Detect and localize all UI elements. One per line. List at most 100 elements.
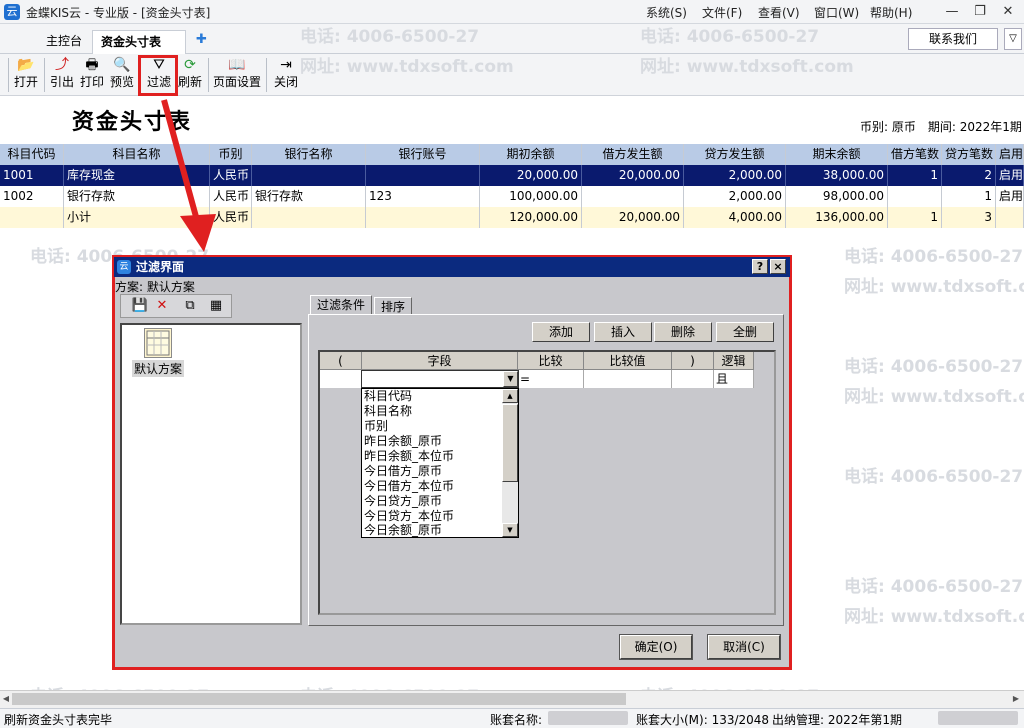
table-cell: 20,000.00 [582,165,684,186]
table-cell: 启用 [996,165,1024,186]
delete-all-button[interactable]: 全删 [716,322,774,342]
horizontal-scroll-thumb[interactable] [12,693,626,705]
dialog-title: 过滤界面 [114,257,790,277]
minimize-icon[interactable]: — [938,2,966,22]
cond-col-logic: 逻辑 [714,352,754,370]
menu-file[interactable]: 文件(F) [702,4,742,21]
dialog-close-icon[interactable]: × [770,259,786,274]
page-setup-button[interactable]: 📖 页面设置 [212,56,262,94]
field-option[interactable]: 昨日余额_本位币 [364,449,454,464]
field-option[interactable]: 昨日余额_原币 [364,434,442,449]
help-icon[interactable]: ? [752,259,768,274]
menu-system[interactable]: 系统(S) [646,4,687,21]
table-cell: 银行存款 [252,186,366,207]
cond-logic-cell[interactable]: 且 [714,370,754,388]
column-header[interactable]: 贷方笔数 [942,144,996,165]
scheme-table-icon[interactable] [144,328,172,358]
watermark-site: 网址: www.tdxsoft.com [844,387,1024,407]
grid-scheme-icon[interactable]: ▦ [206,297,226,315]
scroll-right-icon[interactable]: ▶ [1010,692,1022,706]
tab-sort[interactable]: 排序 [374,297,413,315]
add-button[interactable]: 添加 [532,322,590,342]
open-button[interactable]: 📂 打开 [12,56,40,94]
cancel-button[interactable]: 取消(C) [707,634,781,660]
tab-home[interactable]: 主控台 [38,30,90,54]
field-option[interactable]: 科目代码 [364,389,412,404]
scheme-item-default[interactable]: 默认方案 [132,360,185,377]
field-option[interactable]: 今日贷方_本位币 [364,509,454,524]
scroll-left-icon[interactable]: ◀ [0,692,12,706]
refresh-button[interactable]: ⟳ 刷新 [176,56,204,94]
save-scheme-icon[interactable]: 💾 [130,297,150,315]
table-cell: 1001 [0,165,64,186]
watermark-phone: 电话: 4006-6500-27 [844,467,1024,487]
dropdown-arrow-icon[interactable]: ▼ [503,371,518,387]
field-select[interactable] [361,370,519,388]
column-header[interactable]: 贷方发生额 [684,144,786,165]
column-header[interactable]: 银行名称 [252,144,366,165]
delete-scheme-icon[interactable]: ✕ [152,297,172,315]
cond-value-cell[interactable] [584,370,672,388]
menu-view[interactable]: 查看(V) [758,4,800,21]
menu-window[interactable]: 窗口(W) [814,4,859,21]
open-icon: 📂 [17,57,35,73]
maximize-icon[interactable]: ❐ [966,2,994,22]
copy-scheme-icon[interactable]: ⧉ [180,297,200,315]
field-option[interactable]: 币别 [364,419,388,434]
column-header[interactable]: 借方发生额 [582,144,684,165]
cond-close-paren-cell[interactable] [672,370,714,388]
table-cell: 1 [888,165,942,186]
watermark-phone: 电话: 4006-6500-27 [844,357,1024,377]
currency-period-info: 币别: 原币 期间: 2022年1期 [860,120,1022,134]
tab-filter-conditions[interactable]: 过滤条件 [310,295,373,315]
column-header[interactable]: 科目代码 [0,144,64,165]
column-header[interactable]: 借方笔数 [888,144,942,165]
column-header[interactable]: 银行账号 [366,144,480,165]
field-option[interactable]: 科目名称 [364,404,412,419]
table-cell [252,165,366,186]
table-cell: 136,000.00 [786,207,888,228]
table-cell: 2,000.00 [684,186,786,207]
dropdown-scrollbar[interactable]: ▲ ▼ [502,389,518,537]
tab-cash-position[interactable]: 资金头寸表 × [92,30,186,71]
table-cell: 98,000.00 [786,186,888,207]
table-cell [366,207,480,228]
cond-open-paren-cell[interactable] [320,370,362,388]
preview-button[interactable]: 🔍 预览 [108,56,136,94]
export-button[interactable]: ⤴ 引出 [48,56,76,94]
field-option[interactable]: 今日借方_本位币 [364,479,454,494]
menu-help[interactable]: 帮助(H) [870,4,912,21]
table-cell: 3 [942,207,996,228]
table-cell: 2 [942,165,996,186]
scroll-down-icon[interactable]: ▼ [502,523,518,537]
toolbar-separator [44,58,45,92]
table-cell: 38,000.00 [786,165,888,186]
print-button[interactable]: 🖶 打印 [78,56,106,94]
cond-compare-cell[interactable]: = [518,370,584,388]
field-option[interactable]: 今日贷方_原币 [364,494,442,509]
column-header[interactable]: 期末余额 [786,144,888,165]
field-option[interactable]: 今日借方_原币 [364,464,442,479]
period-status: 出纳管理: 2022年第1期 [772,713,903,727]
close-button[interactable]: ⇥ 关闭 [272,56,300,94]
tab-cash-position-label: 资金头寸表 [101,35,162,49]
watermark-site: 网址: www.tdxsoft.com [300,57,514,77]
column-header[interactable]: 启用 [996,144,1024,165]
close-window-icon[interactable]: ✕ [994,2,1022,22]
table-cell: 2,000.00 [684,165,786,186]
filter-highlight-box [138,55,178,96]
expand-icon[interactable]: ▽ [1004,28,1022,50]
print-icon: 🖶 [85,57,99,73]
field-option[interactable]: 今日余额_原币 [364,523,442,538]
scroll-thumb[interactable] [502,404,518,482]
ok-button[interactable]: 确定(O) [619,634,693,660]
delete-button[interactable]: 删除 [654,322,712,342]
column-header[interactable]: 期初余额 [480,144,582,165]
scroll-up-icon[interactable]: ▲ [502,389,518,403]
watermark-phone: 电话: 4006-6500-27 [844,247,1024,267]
table-cell: 20,000.00 [582,207,684,228]
insert-button[interactable]: 插入 [594,322,652,342]
table-cell: 120,000.00 [480,207,582,228]
contact-us-button[interactable]: 联系我们 [908,28,998,50]
new-tab-icon[interactable]: ✚ [196,32,207,47]
